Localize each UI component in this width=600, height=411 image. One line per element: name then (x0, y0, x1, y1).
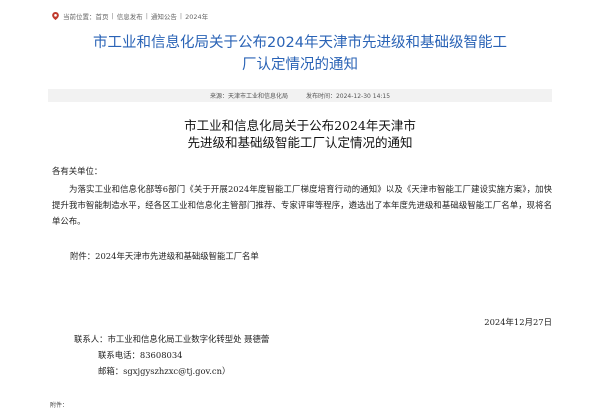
source-label: 来源： (209, 93, 228, 100)
contact-email-value[interactable]: sgxjgyszhzxc@tj.gov.cn） (123, 363, 230, 379)
breadcrumb-separator: | (145, 12, 148, 20)
document-title-line-2: 先进级和基础级智能工厂认定情况的通知 (187, 135, 413, 150)
salutation: 各有关单位： (52, 166, 103, 176)
contact-person-value: 市工业和信息化局工业数字化转型处 聂德蕾 (107, 334, 270, 344)
contact-person-row: 联系人： 市工业和信息化局工业数字化转型处 聂德蕾 (74, 331, 269, 347)
contact-phone-value: 83608034 (139, 350, 183, 360)
publish-date-info: 发布时间：2024-12-30 14:15 (306, 91, 390, 100)
source-value: 天津市工业和信息化局 (227, 93, 288, 100)
page-title-line-1: 市工业和信息化局关于公布2024年天津市先进级和基础级智能工 (93, 35, 507, 51)
page-title-line-2: 厂认定情况的通知 (242, 57, 358, 73)
contact-email-row: 邮箱： sgxjgyszhzxc@tj.gov.cn） (74, 363, 269, 379)
breadcrumb-prefix: 当前位置： (63, 13, 96, 21)
contact-block: 联系人： 市工业和信息化局工业数字化转型处 聂德蕾 联系电话： 83608034… (74, 331, 269, 379)
breadcrumb-notices[interactable]: 通知公告 (151, 11, 177, 21)
contact-phone-row: 联系电话： 83608034 (74, 347, 269, 363)
signature-date: 2024年12月27日 (484, 317, 552, 327)
source-info: 来源：天津市工业和信息化局 (210, 91, 288, 100)
breadcrumb: 当前位置： 首页 | 信息发布 | 通知公告 | 2024年 (52, 10, 208, 22)
attachments-footer-label: 附件： (50, 402, 69, 409)
attachment-line[interactable]: 附件：2024年天津市先进级和基础级智能工厂名单 (70, 250, 259, 262)
page-title: 市工业和信息化局关于公布2024年天津市先进级和基础级智能工 厂认定情况的通知 (60, 32, 540, 76)
article-meta-bar: 来源：天津市工业和信息化局 发布时间：2024-12-30 14:15 (48, 89, 552, 102)
publish-date-value: 2024-12-30 14:15 (335, 93, 391, 100)
breadcrumb-home[interactable]: 首页 (96, 11, 109, 21)
breadcrumb-info-release[interactable]: 信息发布 (117, 11, 143, 21)
document-title-line-1: 市工业和信息化局关于公布2024年天津市 (184, 118, 416, 133)
breadcrumb-year[interactable]: 2024年 (185, 11, 208, 21)
location-pin-icon (52, 12, 59, 20)
breadcrumb-separator: | (111, 12, 114, 20)
contact-email-label: 邮箱： (98, 366, 124, 376)
breadcrumb-separator: | (179, 12, 183, 20)
contact-phone-label: 联系电话： (98, 350, 140, 360)
contact-person-label: 联系人： (74, 334, 108, 344)
publish-date-label: 发布时间： (305, 93, 336, 100)
body-paragraph: 为落实工业和信息化部等6部门《关于开展2024年度智能工厂梯度培育行动的通知》以… (52, 184, 552, 226)
document-title: 市工业和信息化局关于公布2024年天津市 先进级和基础级智能工厂认定情况的通知 (100, 117, 500, 151)
